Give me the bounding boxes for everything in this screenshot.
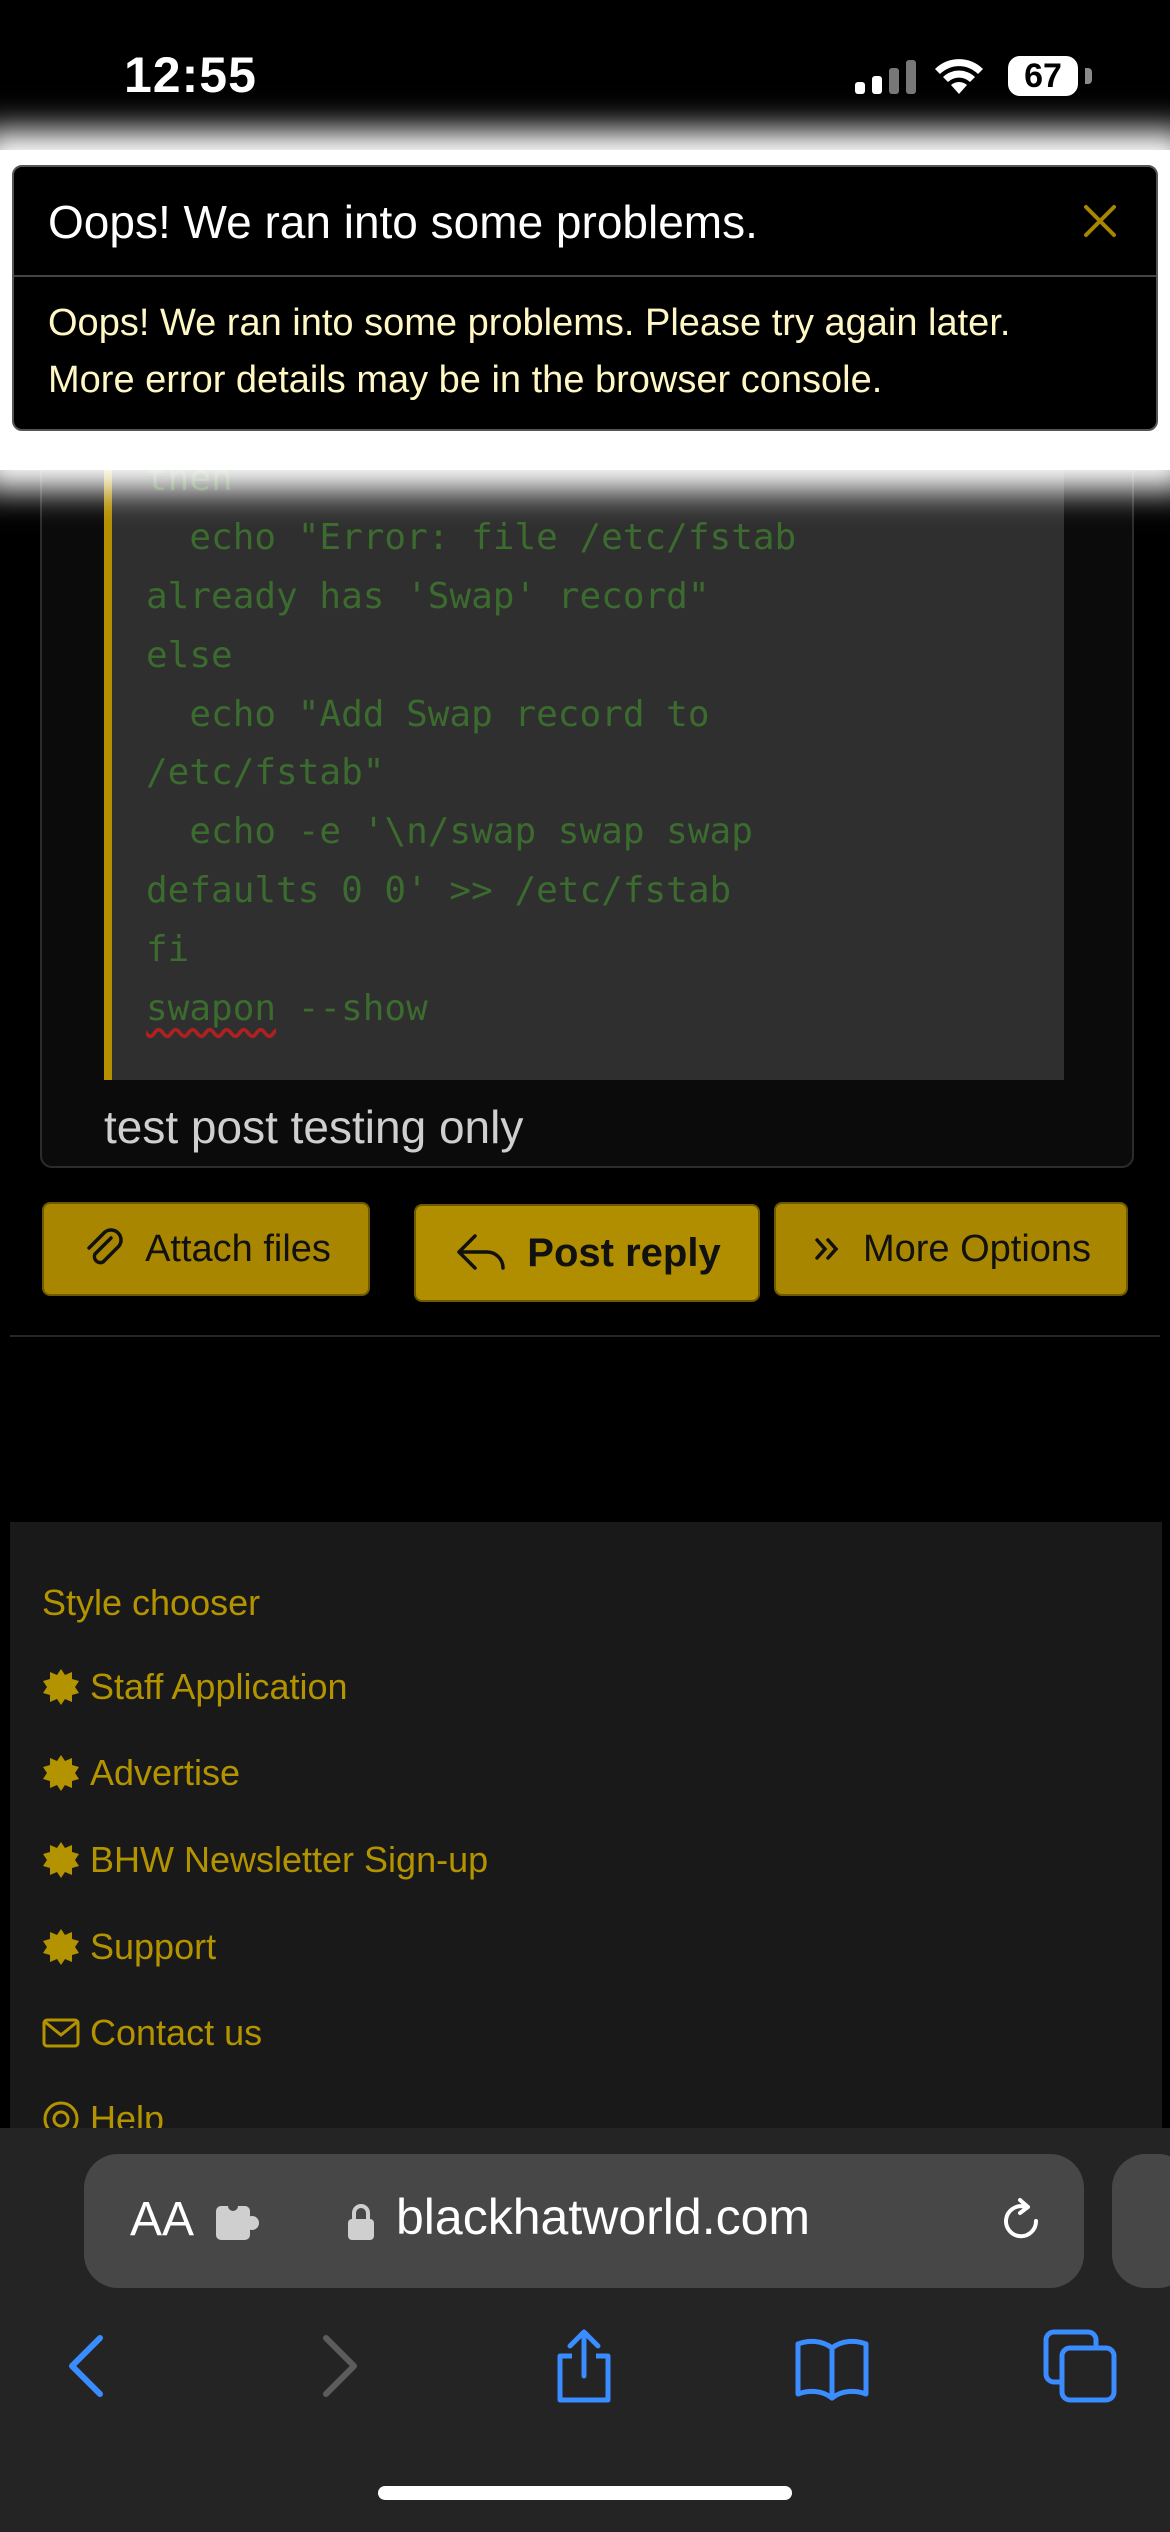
footer-link-staff-application[interactable]: Staff Application: [42, 1666, 348, 1708]
more-options-button[interactable]: More Options: [774, 1202, 1128, 1296]
code-line: /etc/fstab": [146, 752, 385, 794]
footer-link-label: Staff Application: [90, 1666, 348, 1707]
divider: [10, 1335, 1160, 1337]
badge-icon: [42, 1841, 80, 1879]
reload-icon[interactable]: [996, 2196, 1046, 2246]
paperclip-icon: [87, 1228, 123, 1265]
url-domain: blackhatworld.com: [396, 2189, 811, 2245]
badge-icon: [42, 1668, 80, 1706]
code-line-last: swapon --show: [146, 980, 1064, 1039]
share-icon[interactable]: [544, 2326, 624, 2406]
reply-arrow-icon: [457, 1234, 506, 1270]
footer-link-label: Contact us: [90, 2012, 263, 2053]
toast-message-line: Oops! We ran into some problems. Please …: [48, 302, 1011, 344]
next-tab-preview[interactable]: [1112, 2154, 1170, 2288]
footer-link-contact-us[interactable]: Contact us: [42, 2012, 262, 2054]
address-bar[interactable]: AA blackhatworld.com: [84, 2154, 1084, 2288]
code-line: echo "Add Swap record to: [146, 693, 710, 735]
code-line: else: [146, 634, 233, 676]
footer-link-support[interactable]: Support: [42, 1926, 216, 1968]
code-line: defaults 0 0' >> /etc/fstab: [146, 870, 732, 912]
battery-icon: 67: [1008, 56, 1092, 96]
toast-header: Oops! We ran into some problems.: [14, 167, 1156, 277]
code-line: fi: [146, 929, 190, 971]
extension-puzzle-icon[interactable]: [214, 2200, 262, 2244]
post-text: test post testing only: [104, 1101, 524, 1153]
envelope-icon: [42, 2014, 80, 2052]
error-toast: Oops! We ran into some problems. Oops! W…: [12, 165, 1158, 431]
attach-files-button[interactable]: Attach files: [42, 1202, 370, 1296]
battery-level: 67: [1008, 56, 1078, 96]
browser-bottom-bar: AA blackhatworld.com: [0, 2128, 1170, 2532]
close-icon[interactable]: [1080, 201, 1120, 241]
post-reply-label: Post reply: [527, 1230, 721, 1275]
lock-icon: [348, 2204, 374, 2240]
footer-link-label: Support: [90, 1926, 217, 1967]
aa-label: AA: [130, 2193, 195, 2246]
misspelled-word: swapon: [146, 988, 277, 1030]
bookmarks-icon[interactable]: [792, 2326, 872, 2406]
footer: Style chooser Staff Application Advertis…: [10, 1522, 1162, 2142]
toast-title: Oops! We ran into some problems.: [48, 196, 758, 248]
footer-link-newsletter[interactable]: BHW Newsletter Sign-up: [42, 1839, 488, 1881]
cellular-signal-icon: [855, 60, 916, 94]
code-line: echo "Error: file /etc/fstab: [146, 516, 797, 558]
toast-message-line: More error details may be in the browser…: [48, 359, 883, 401]
footer-link-label: BHW Newsletter Sign-up: [90, 1839, 489, 1880]
status-bar: 12:55 67: [0, 0, 1170, 150]
badge-icon: [42, 1928, 80, 1966]
code-line: echo -e '\n/swap swap swap: [146, 811, 753, 853]
double-chevron-right-icon: [815, 1238, 839, 1260]
forward-chevron-icon[interactable]: [298, 2326, 378, 2406]
status-time: 12:55: [124, 47, 257, 103]
badge-icon: [42, 1754, 80, 1792]
reader-text-size-button[interactable]: AA: [130, 2192, 194, 2247]
attach-files-label: Attach files: [145, 1227, 331, 1270]
back-chevron-icon[interactable]: [48, 2326, 128, 2406]
home-indicator: [378, 2486, 792, 2500]
wifi-icon: [935, 59, 983, 94]
style-chooser-link[interactable]: Style chooser: [42, 1582, 260, 1624]
post-reply-button[interactable]: Post reply: [414, 1204, 760, 1302]
tabs-icon[interactable]: [1040, 2326, 1120, 2406]
code-line: already has 'Swap' record": [146, 575, 710, 617]
footer-link-label: Advertise: [90, 1752, 241, 1793]
code-line-rest: --show: [297, 988, 428, 1030]
more-options-label: More Options: [862, 1227, 1092, 1270]
footer-link-advertise[interactable]: Advertise: [42, 1752, 240, 1794]
toast-message: Oops! We ran into some problems. Please …: [48, 295, 1128, 409]
